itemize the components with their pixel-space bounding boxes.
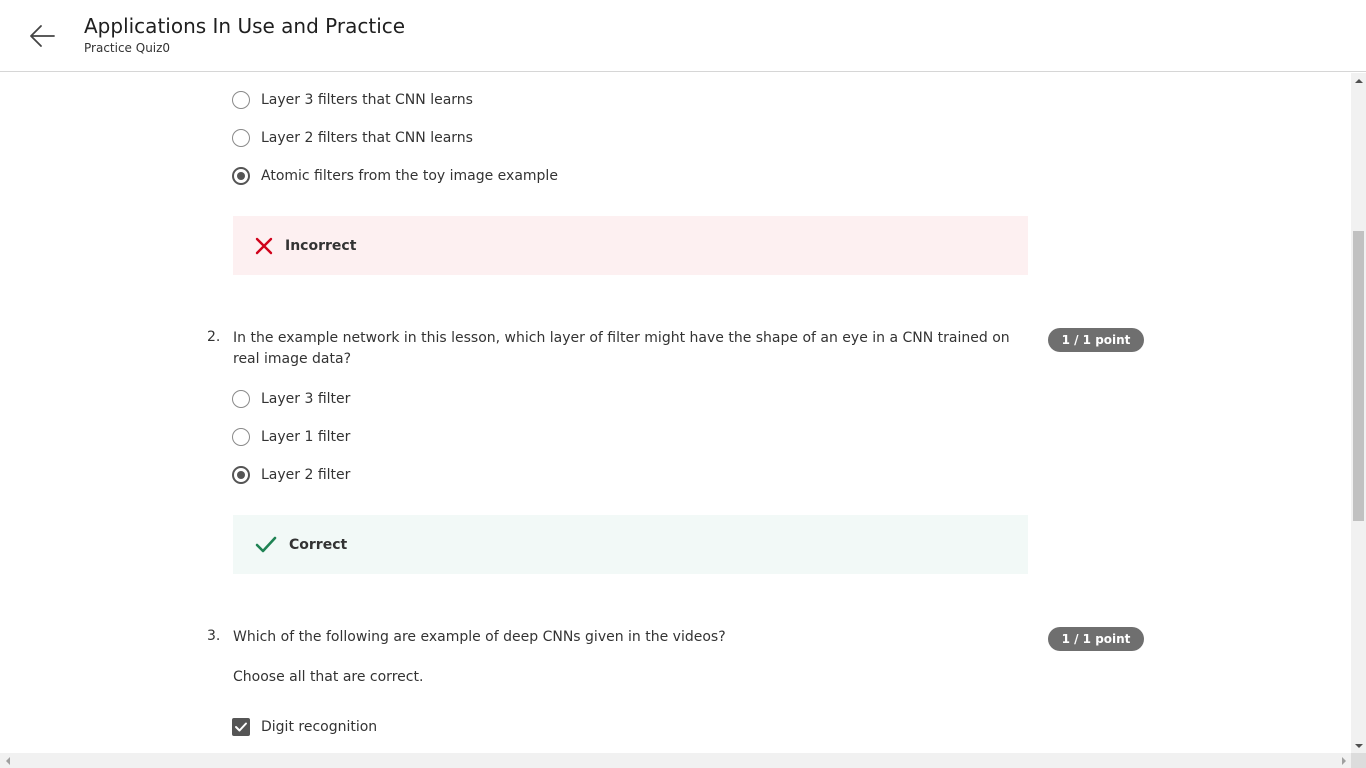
horizontal-scrollbar[interactable]	[0, 753, 1351, 768]
radio-checked-icon[interactable]	[232, 167, 250, 185]
radio-unchecked-icon[interactable]	[232, 390, 250, 408]
quiz-content: Layer 3 filters that CNN learns Layer 2 …	[0, 73, 1351, 753]
q1-feedback: Incorrect	[233, 216, 1028, 275]
option-label: Layer 3 filter	[261, 391, 351, 407]
back-button[interactable]	[24, 20, 60, 52]
option-label: Digit recognition	[261, 719, 378, 735]
radio-unchecked-icon[interactable]	[232, 129, 250, 147]
scroll-up-arrow-icon[interactable]	[1351, 73, 1366, 88]
feedback-text: Incorrect	[285, 237, 357, 254]
q1-option-3[interactable]: Atomic filters from the toy image exampl…	[232, 165, 558, 187]
question-number: 2.	[207, 329, 221, 345]
question-text: Which of the following are example of de…	[233, 629, 726, 645]
arrow-left-icon	[30, 25, 55, 47]
option-label: Layer 1 filter	[261, 429, 351, 445]
q2-option-3[interactable]: Layer 2 filter	[232, 464, 350, 486]
score-badge: 1 / 1 point	[1048, 627, 1144, 651]
scroll-down-arrow-icon[interactable]	[1351, 738, 1366, 753]
radio-checked-icon[interactable]	[232, 466, 250, 484]
scroll-left-arrow-icon[interactable]	[0, 753, 15, 768]
scrollbar-corner	[1351, 753, 1366, 768]
page-subtitle: Practice Quiz0	[84, 41, 171, 55]
scrollbar-thumb[interactable]	[1353, 231, 1364, 521]
score-badge: 1 / 1 point	[1048, 328, 1144, 352]
checkbox-checked-icon[interactable]	[232, 718, 250, 736]
feedback-text: Correct	[289, 536, 348, 553]
page-title: Applications In Use and Practice	[84, 14, 406, 38]
question-instruction: Choose all that are correct.	[233, 669, 424, 685]
q2-feedback: Correct	[233, 515, 1028, 574]
question-number: 3.	[207, 628, 221, 644]
page-header: Applications In Use and Practice Practic…	[0, 0, 1366, 72]
option-label: Layer 2 filters that CNN learns	[261, 130, 473, 146]
q1-option-2[interactable]: Layer 2 filters that CNN learns	[232, 127, 473, 149]
radio-unchecked-icon[interactable]	[232, 428, 250, 446]
scroll-right-arrow-icon[interactable]	[1336, 753, 1351, 768]
checkmark-icon	[255, 536, 277, 552]
close-x-icon	[255, 237, 273, 254]
q1-option-1[interactable]: Layer 3 filters that CNN learns	[232, 89, 473, 111]
radio-unchecked-icon[interactable]	[232, 91, 250, 109]
q2-option-2[interactable]: Layer 1 filter	[232, 426, 350, 448]
option-label: Atomic filters from the toy image exampl…	[261, 168, 558, 184]
q3-option-1[interactable]: Digit recognition	[232, 716, 377, 738]
option-label: Layer 2 filter	[261, 467, 351, 483]
vertical-scrollbar[interactable]	[1351, 73, 1366, 753]
q2-option-1[interactable]: Layer 3 filter	[232, 388, 350, 410]
option-label: Layer 3 filters that CNN learns	[261, 92, 473, 108]
question-text: In the example network in this lesson, w…	[233, 330, 1010, 367]
